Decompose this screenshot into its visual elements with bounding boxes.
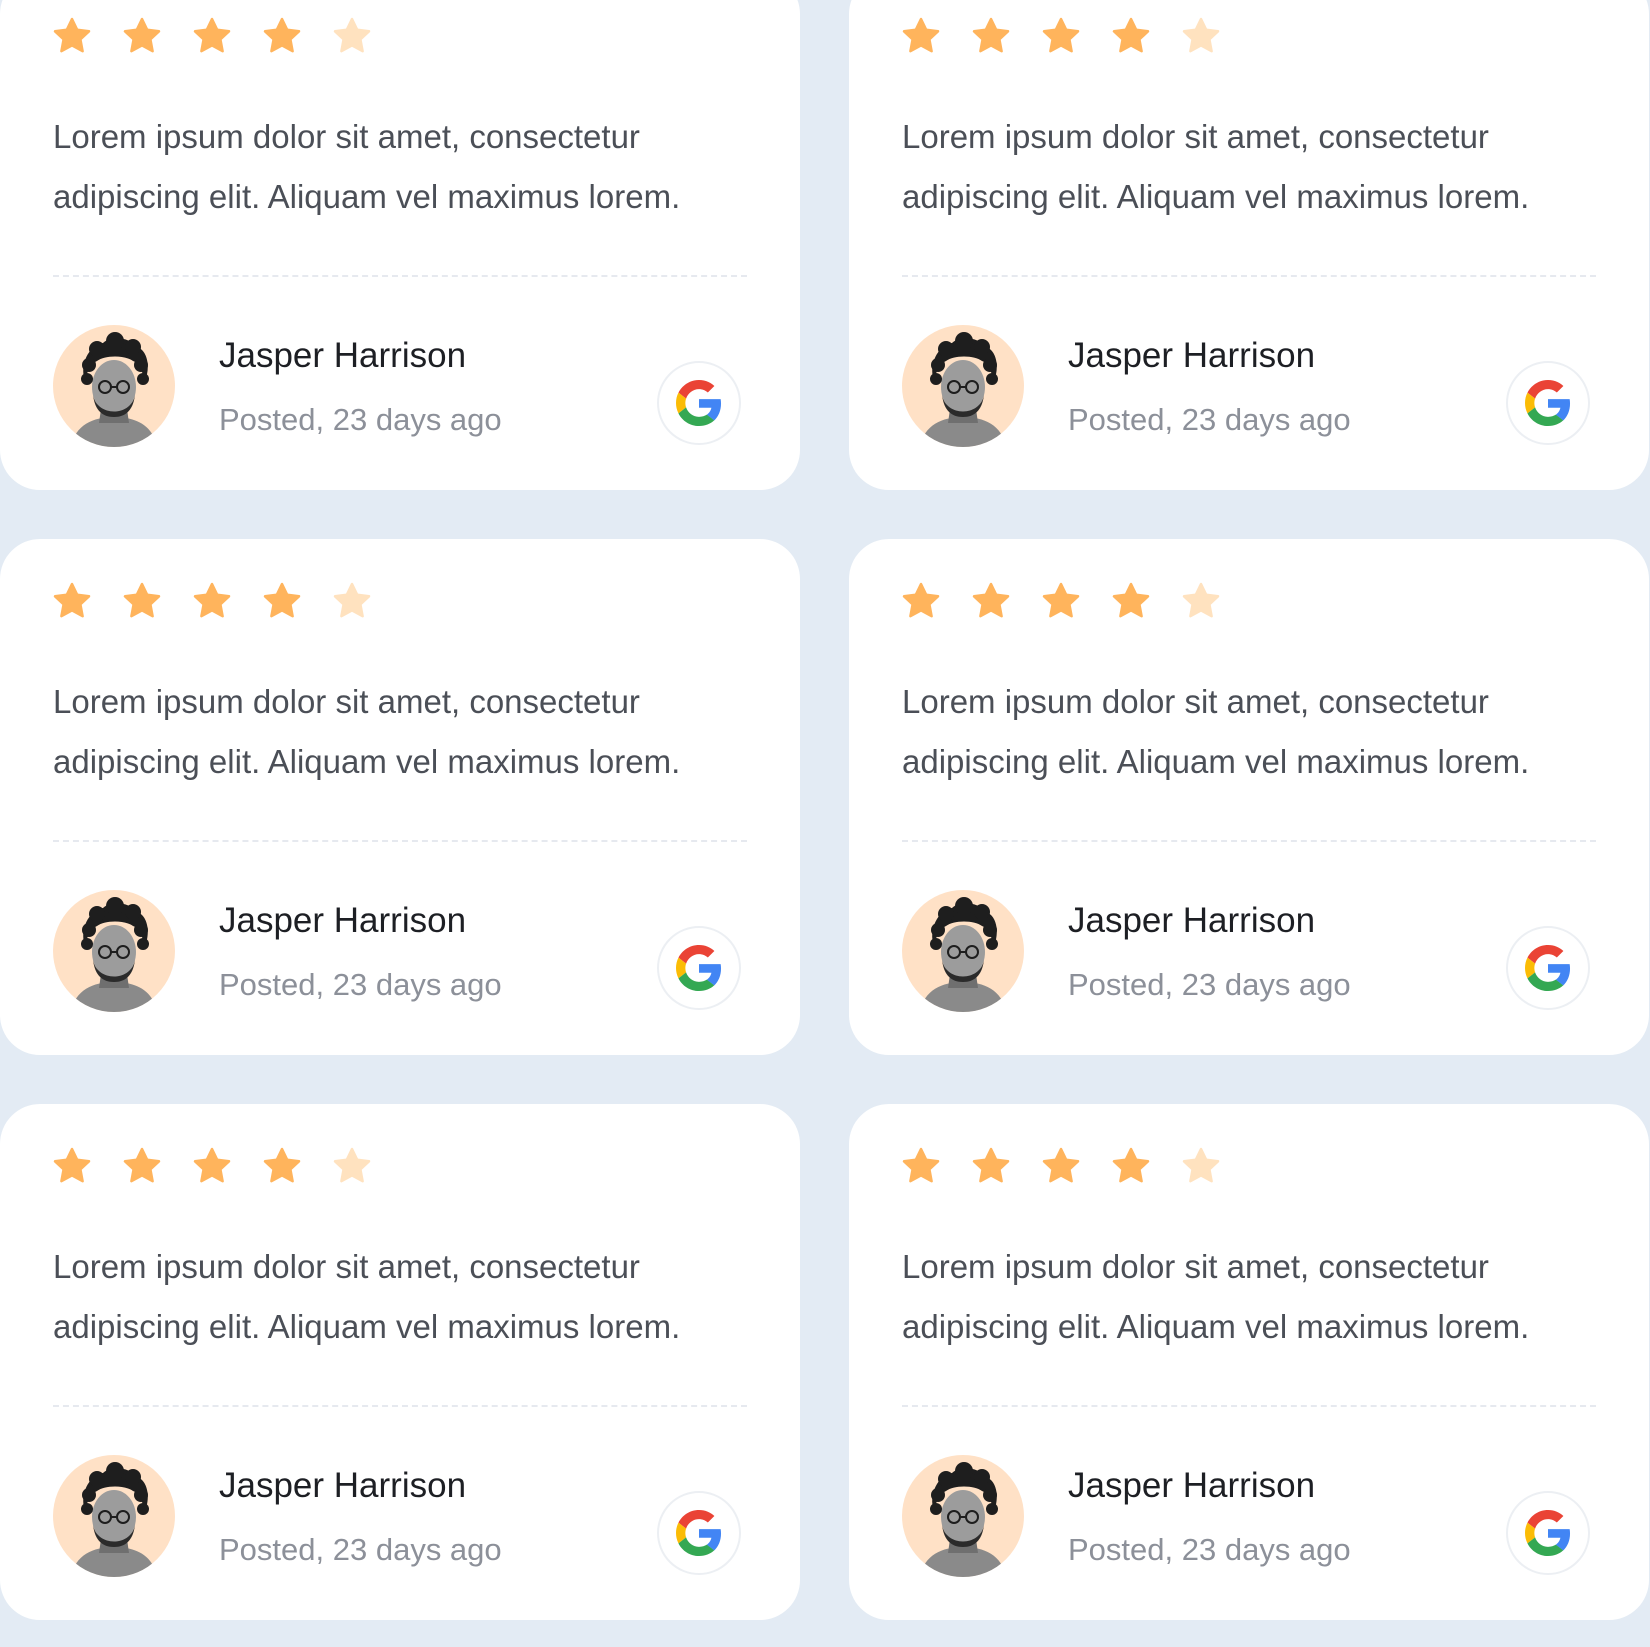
posted-time: Posted, 23 days ago xyxy=(1068,1532,1351,1567)
star-filled-icon xyxy=(52,16,92,56)
star-filled-icon xyxy=(901,16,941,56)
star-filled-icon xyxy=(192,1146,232,1186)
google-review-link[interactable] xyxy=(657,361,741,445)
star-filled-icon xyxy=(1041,1146,1081,1186)
google-icon xyxy=(676,1510,722,1556)
review-text: Lorem ipsum dolor sit amet, consectetur … xyxy=(902,118,1530,215)
star-filled-icon xyxy=(1111,581,1151,621)
google-review-link[interactable] xyxy=(1506,1491,1590,1575)
google-icon xyxy=(1525,1510,1571,1556)
review-card: Lorem ipsum dolor sit amet, consectetur … xyxy=(849,0,1649,490)
google-review-link[interactable] xyxy=(1506,361,1590,445)
star-filled-icon xyxy=(122,581,162,621)
author-name: Jasper Harrison xyxy=(219,336,467,375)
google-review-link[interactable] xyxy=(657,926,741,1010)
divider xyxy=(53,1405,747,1407)
review-text: Lorem ipsum dolor sit amet, consectetur … xyxy=(53,118,681,215)
star-filled-icon xyxy=(122,1146,162,1186)
reviews-grid: Lorem ipsum dolor sit amet, consectetur … xyxy=(0,0,1650,1647)
review-card: Lorem ipsum dolor sit amet, consectetur … xyxy=(0,1104,800,1620)
review-card: Lorem ipsum dolor sit amet, consectetur … xyxy=(0,0,800,490)
star-filled-icon xyxy=(901,1146,941,1186)
author-name: Jasper Harrison xyxy=(1068,1466,1316,1505)
posted-time: Posted, 23 days ago xyxy=(1068,402,1351,437)
review-card: Lorem ipsum dolor sit amet, consectetur … xyxy=(0,539,800,1055)
star-filled-icon xyxy=(262,16,302,56)
google-review-link[interactable] xyxy=(657,1491,741,1575)
avatar xyxy=(902,325,1024,447)
star-filled-icon xyxy=(971,1146,1011,1186)
star-filled-icon xyxy=(262,581,302,621)
star-filled-icon xyxy=(122,16,162,56)
review-text: Lorem ipsum dolor sit amet, consectetur … xyxy=(53,1248,681,1345)
star-filled-icon xyxy=(971,16,1011,56)
review-text: Lorem ipsum dolor sit amet, consectetur … xyxy=(902,683,1530,780)
review-text: Lorem ipsum dolor sit amet, consectetur … xyxy=(53,683,681,780)
star-filled-icon xyxy=(52,1146,92,1186)
star-filled-icon xyxy=(971,581,1011,621)
posted-time: Posted, 23 days ago xyxy=(219,402,502,437)
author-name: Jasper Harrison xyxy=(219,901,467,940)
star-filled-icon xyxy=(262,1146,302,1186)
avatar xyxy=(53,1455,175,1577)
divider xyxy=(53,275,747,277)
divider xyxy=(53,840,747,842)
author-name: Jasper Harrison xyxy=(219,1466,467,1505)
star-rating xyxy=(901,16,1221,56)
author-name: Jasper Harrison xyxy=(1068,336,1316,375)
star-filled-icon xyxy=(192,16,232,56)
avatar xyxy=(53,890,175,1012)
posted-time: Posted, 23 days ago xyxy=(219,1532,502,1567)
star-filled-icon xyxy=(901,581,941,621)
star-empty-icon xyxy=(332,16,372,56)
star-empty-icon xyxy=(332,581,372,621)
google-icon xyxy=(1525,945,1571,991)
star-rating xyxy=(901,1146,1221,1186)
review-card: Lorem ipsum dolor sit amet, consectetur … xyxy=(849,539,1649,1055)
star-filled-icon xyxy=(1041,16,1081,56)
star-filled-icon xyxy=(1041,581,1081,621)
star-filled-icon xyxy=(1111,1146,1151,1186)
divider xyxy=(902,275,1596,277)
google-review-link[interactable] xyxy=(1506,926,1590,1010)
posted-time: Posted, 23 days ago xyxy=(219,967,502,1002)
google-icon xyxy=(676,380,722,426)
review-text: Lorem ipsum dolor sit amet, consectetur … xyxy=(902,1248,1530,1345)
divider xyxy=(902,1405,1596,1407)
star-empty-icon xyxy=(332,1146,372,1186)
star-empty-icon xyxy=(1181,1146,1221,1186)
posted-time: Posted, 23 days ago xyxy=(1068,967,1351,1002)
avatar xyxy=(53,325,175,447)
google-icon xyxy=(676,945,722,991)
author-name: Jasper Harrison xyxy=(1068,901,1316,940)
avatar xyxy=(902,1455,1024,1577)
star-empty-icon xyxy=(1181,16,1221,56)
star-filled-icon xyxy=(52,581,92,621)
google-icon xyxy=(1525,380,1571,426)
star-rating xyxy=(52,581,372,621)
star-filled-icon xyxy=(1111,16,1151,56)
review-card: Lorem ipsum dolor sit amet, consectetur … xyxy=(849,1104,1649,1620)
star-rating xyxy=(901,581,1221,621)
avatar xyxy=(902,890,1024,1012)
divider xyxy=(902,840,1596,842)
star-rating xyxy=(52,16,372,56)
star-rating xyxy=(52,1146,372,1186)
star-filled-icon xyxy=(192,581,232,621)
star-empty-icon xyxy=(1181,581,1221,621)
